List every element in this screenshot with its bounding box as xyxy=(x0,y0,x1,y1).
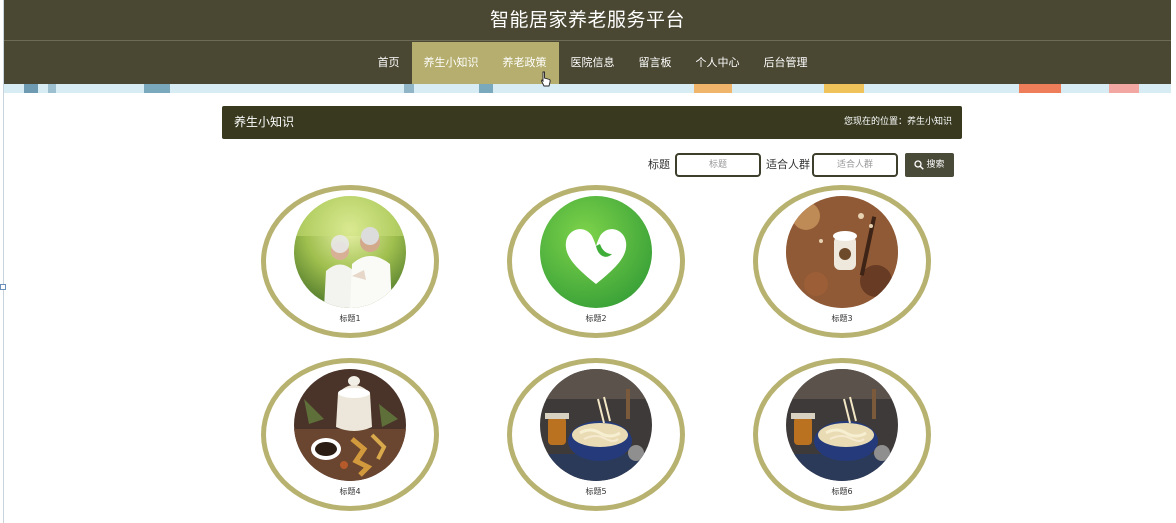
main-nav: 首页 养生小知识 养老政策 医院信息 留言板 个人中心 后台管理 xyxy=(4,42,1171,84)
knowledge-card[interactable]: 标题5 xyxy=(507,358,685,511)
knowledge-card[interactable]: 标题4 xyxy=(261,358,439,511)
card-title: 标题2 xyxy=(585,314,607,323)
nav-item-hospital-info[interactable]: 医院信息 xyxy=(559,42,627,84)
green-heart-logo xyxy=(540,196,652,308)
search-icon xyxy=(914,159,925,170)
nav-item-message-board[interactable]: 留言板 xyxy=(627,42,684,84)
browser-page: 智能居家养老服务平台 首页 养生小知识 养老政策 医院信息 留言板 个人中心 后… xyxy=(3,0,1171,523)
noodle-bowl-photo xyxy=(540,369,652,481)
group-filter-label: 适合人群 xyxy=(766,158,810,171)
nav-item-home[interactable]: 首页 xyxy=(366,42,412,84)
resize-handle[interactable] xyxy=(0,284,6,290)
breadcrumb-location: 您现在的位置：养生小知识 xyxy=(843,117,952,127)
card-title: 标题5 xyxy=(585,487,607,496)
noodle-bowl-photo xyxy=(786,369,898,481)
knowledge-card[interactable]: 标题3 xyxy=(753,185,931,338)
card-title: 标题1 xyxy=(339,314,361,323)
search-button[interactable]: 搜索 xyxy=(905,153,954,177)
search-button-label: 搜索 xyxy=(926,160,945,170)
knowledge-card[interactable]: 标题2 xyxy=(507,185,685,338)
breadcrumb: 养生小知识 您现在的位置：养生小知识 xyxy=(222,106,962,139)
card-title: 标题6 xyxy=(831,487,853,496)
mouse-pointer-icon xyxy=(540,71,551,87)
title-filter-label: 标题 xyxy=(648,158,670,171)
elderly-couple-photo xyxy=(294,196,406,308)
nav-item-health-tips[interactable]: 养生小知识 xyxy=(411,42,491,84)
banner-strip xyxy=(4,84,1171,93)
herbal-ingredients-photo xyxy=(786,196,898,308)
card-title: 标题3 xyxy=(831,314,853,323)
herbal-tea-pot-photo xyxy=(294,369,406,481)
card-title: 标题4 xyxy=(339,487,361,496)
nav-item-personal-center[interactable]: 个人中心 xyxy=(684,42,752,84)
site-title: 智能居家养老服务平台 xyxy=(4,0,1171,41)
knowledge-card[interactable]: 标题6 xyxy=(753,358,931,511)
page-title: 养生小知识 xyxy=(234,115,295,129)
knowledge-card[interactable]: 标题1 xyxy=(261,185,439,338)
group-search-input[interactable]: 适合人群 xyxy=(812,153,898,177)
nav-item-admin[interactable]: 后台管理 xyxy=(752,42,820,84)
site-header: 智能居家养老服务平台 首页 养生小知识 养老政策 医院信息 留言板 个人中心 后… xyxy=(4,0,1171,84)
title-search-input[interactable]: 标题 xyxy=(675,153,761,177)
